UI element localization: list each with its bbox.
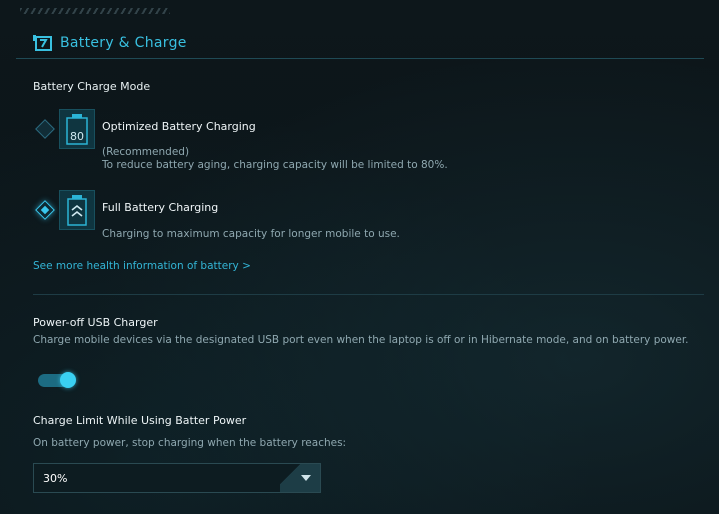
optimized-charging-desc: To reduce battery aging, charging capaci…: [102, 159, 448, 171]
chevron-down-icon[interactable]: [280, 464, 320, 492]
charge-mode-label: Battery Charge Mode: [33, 80, 151, 93]
battery-charge-icon: [33, 35, 52, 51]
battery-80-label: 80: [70, 130, 84, 143]
charge-limit-dropdown[interactable]: 30%: [33, 463, 321, 493]
section-divider: [33, 294, 704, 295]
battery-health-link[interactable]: See more health information of battery >: [33, 260, 251, 272]
charge-limit-value: 30%: [43, 471, 68, 485]
optimized-charging-recommended: (Recommended): [102, 146, 190, 158]
decorative-stripe: [20, 8, 170, 14]
panel-title: Battery & Charge: [60, 35, 187, 51]
full-charging-title[interactable]: Full Battery Charging: [102, 201, 218, 214]
optimized-charging-radio[interactable]: [35, 119, 55, 139]
charge-limit-desc: On battery power, stop charging when the…: [33, 437, 347, 449]
optimized-charging-title[interactable]: Optimized Battery Charging: [102, 120, 256, 133]
charge-limit-title: Charge Limit While Using Batter Power: [33, 414, 247, 427]
usb-charger-title: Power-off USB Charger: [33, 316, 158, 329]
panel-header: Battery & Charge: [16, 28, 187, 58]
battery-80-icon: 80: [59, 109, 95, 149]
usb-charger-desc: Charge mobile devices via the designated…: [33, 334, 689, 346]
battery-charge-panel: Battery & Charge Battery Charge Mode 80 …: [16, 18, 704, 508]
toggle-knob: [60, 372, 76, 388]
full-charging-radio[interactable]: [35, 200, 55, 220]
full-charging-desc: Charging to maximum capacity for longer …: [102, 228, 400, 240]
usb-charger-toggle[interactable]: [38, 372, 76, 388]
header-divider: [16, 58, 704, 59]
battery-full-icon: [59, 190, 95, 230]
